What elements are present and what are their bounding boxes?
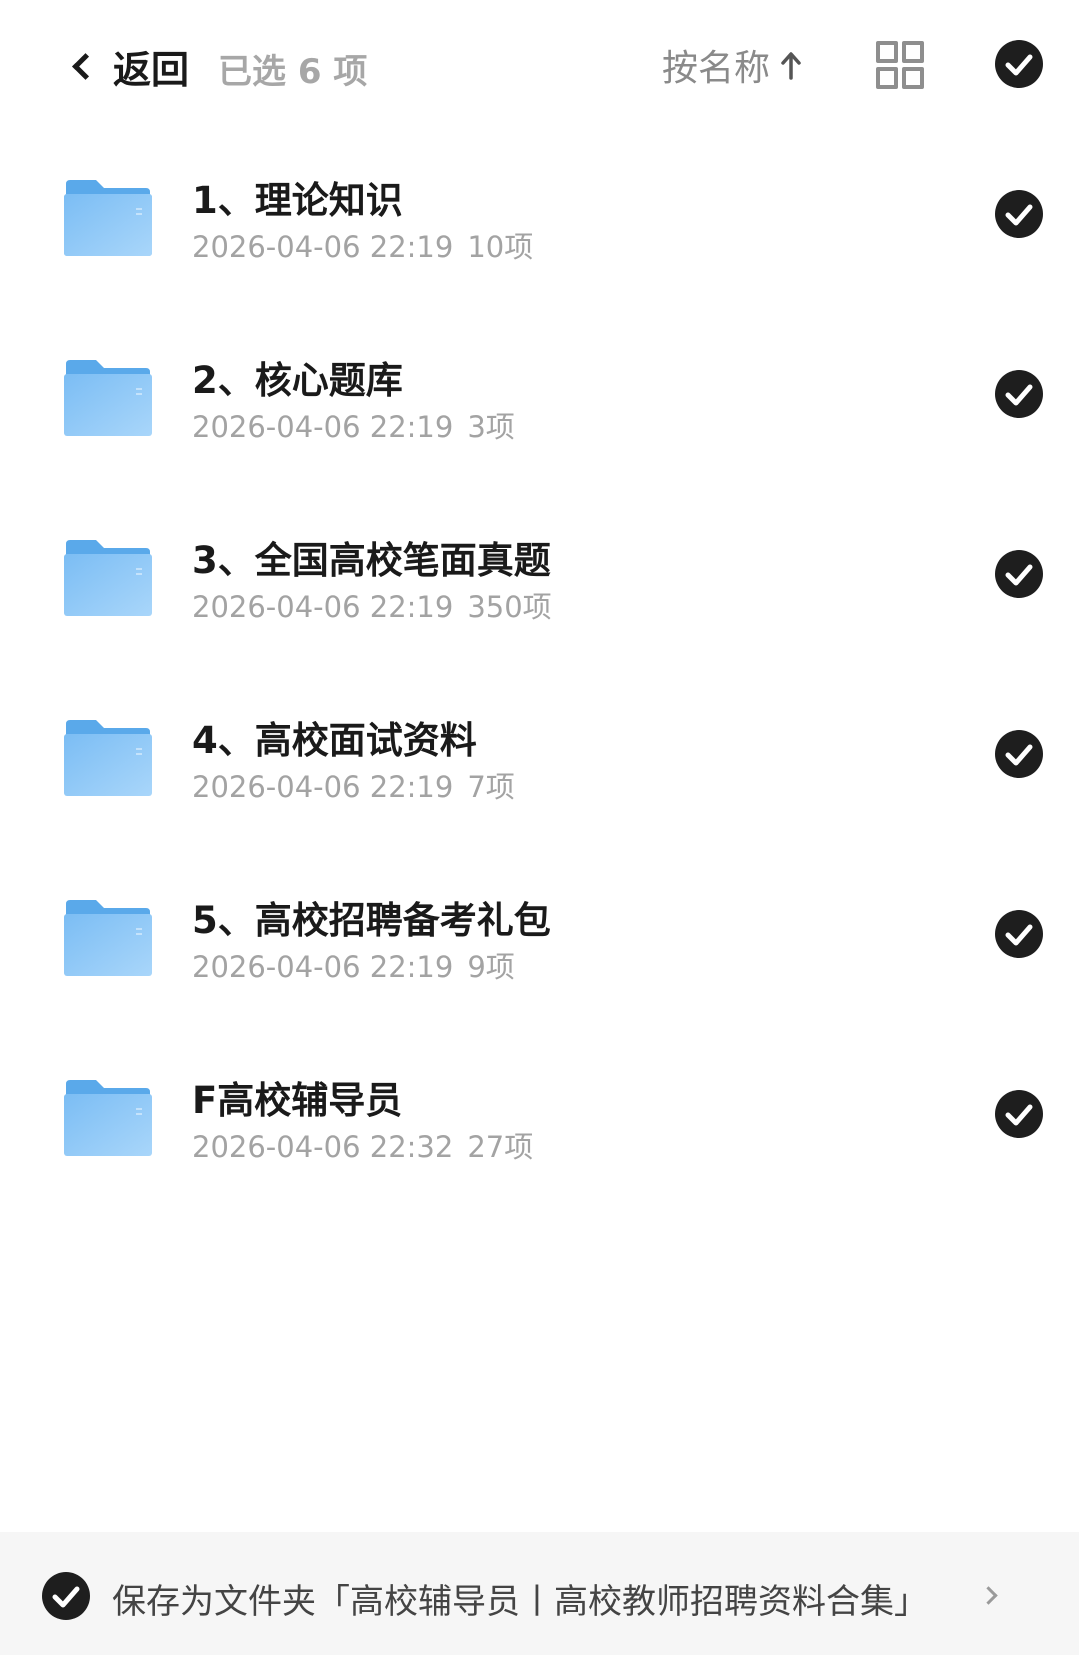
folder-item-count: 9项	[467, 950, 515, 984]
chevron-left-icon	[72, 52, 99, 80]
folder-meta: 2026-04-06 22:19 10项	[192, 224, 533, 266]
folder-row[interactable]: 1、理论知识 2026-04-06 22:19 10项	[0, 130, 1079, 310]
grid-view-icon[interactable]	[876, 41, 924, 89]
folder-icon	[64, 360, 152, 436]
folder-row[interactable]: 4、高校面试资料 2026-04-06 22:19 7项	[0, 670, 1079, 850]
folder-name: 1、理论知识	[192, 179, 403, 222]
folder-checkbox[interactable]	[995, 370, 1043, 418]
sort-label: 按名称	[662, 48, 771, 89]
folder-name: 3、全国高校笔面真题	[192, 539, 551, 582]
folder-row[interactable]: 2、核心题库 2026-04-06 22:19 3项	[0, 310, 1079, 490]
folder-checkbox[interactable]	[995, 550, 1043, 598]
folder-checkbox[interactable]	[995, 190, 1043, 238]
sort-button[interactable]: 按名称	[662, 40, 802, 90]
folder-icon	[64, 180, 152, 256]
folder-checkbox[interactable]	[995, 730, 1043, 778]
folder-meta: 2026-04-06 22:19 3项	[192, 404, 515, 446]
folder-date: 2026-04-06 22:19	[192, 950, 454, 984]
select-all-checkbox[interactable]	[995, 40, 1043, 88]
folder-meta: 2026-04-06 22:32 27项	[192, 1124, 533, 1166]
folder-row[interactable]: 3、全国高校笔面真题 2026-04-06 22:19 350项	[0, 490, 1079, 670]
folder-icon	[64, 720, 152, 796]
checkmark-icon	[1005, 564, 1033, 586]
folder-checkbox[interactable]	[995, 910, 1043, 958]
top-bar: 返回 已选 6 项 按名称	[0, 0, 1079, 130]
folder-date: 2026-04-06 22:19	[192, 410, 454, 444]
checkmark-icon	[1005, 1104, 1033, 1126]
folder-checkbox[interactable]	[995, 1090, 1043, 1138]
folder-name: F高校辅导员	[192, 1079, 403, 1122]
checkmark-icon	[1005, 204, 1033, 226]
checkmark-icon	[1005, 924, 1033, 946]
arrow-up-icon	[780, 50, 802, 80]
folder-item-count: 10项	[467, 230, 534, 264]
folder-item-count: 350项	[467, 590, 552, 624]
folder-item-count: 7项	[467, 770, 515, 804]
folder-row[interactable]: 5、高校招聘备考礼包 2026-04-06 22:19 9项	[0, 850, 1079, 1030]
save-as-folder-checkbox[interactable]	[42, 1572, 90, 1620]
checkmark-icon	[1005, 54, 1033, 76]
folder-icon	[64, 1080, 152, 1156]
folder-meta: 2026-04-06 22:19 9项	[192, 944, 515, 986]
folder-date: 2026-04-06 22:32	[192, 1130, 454, 1164]
back-button[interactable]: 返回	[70, 38, 189, 94]
checkmark-icon	[1005, 744, 1033, 766]
folder-meta: 2026-04-06 22:19 350项	[192, 584, 552, 626]
chevron-right-icon	[979, 1586, 998, 1605]
folder-item-count: 27项	[467, 1130, 534, 1164]
folder-date: 2026-04-06 22:19	[192, 230, 454, 264]
folder-row[interactable]: F高校辅导员 2026-04-06 22:32 27项	[0, 1030, 1079, 1210]
folder-icon	[64, 540, 152, 616]
folder-name: 2、核心题库	[192, 359, 403, 402]
checkmark-icon	[1005, 384, 1033, 406]
folder-name: 5、高校招聘备考礼包	[192, 899, 551, 942]
folder-item-count: 3项	[467, 410, 515, 444]
folder-date: 2026-04-06 22:19	[192, 590, 454, 624]
selected-count: 已选 6 项	[218, 52, 368, 92]
save-as-folder-bar[interactable]: 保存为文件夹「高校辅导员丨高校教师招聘资料合集」	[0, 1532, 1079, 1655]
save-as-folder-label: 保存为文件夹「高校辅导员丨高校教师招聘资料合集」	[112, 1582, 928, 1622]
folder-date: 2026-04-06 22:19	[192, 770, 454, 804]
folder-meta: 2026-04-06 22:19 7项	[192, 764, 515, 806]
checkmark-icon	[52, 1586, 80, 1608]
back-label: 返回	[113, 47, 190, 92]
folder-name: 4、高校面试资料	[192, 719, 477, 762]
folder-icon	[64, 900, 152, 976]
